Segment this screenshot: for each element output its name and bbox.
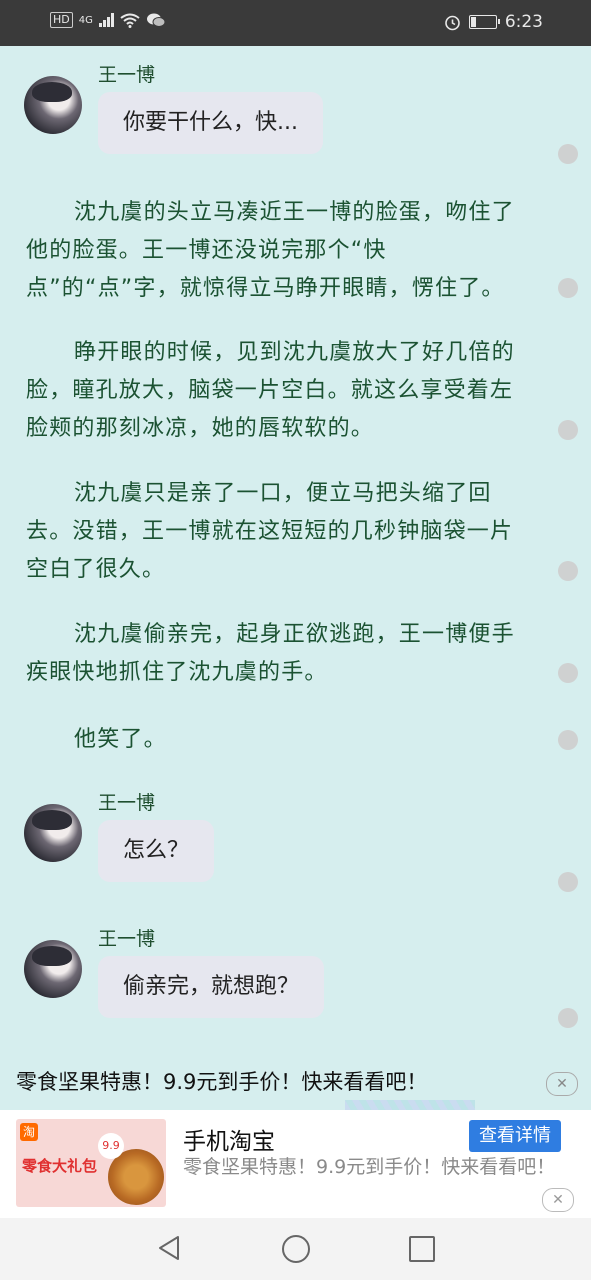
wechat-icon [146, 13, 166, 27]
chat-message: 王一博 你要干什么，快... [24, 60, 354, 160]
chat-message: 王一博 偷亲完，就想跑？ [24, 924, 354, 1024]
wifi-icon [120, 13, 140, 28]
ad-card[interactable]: 淘 零食大礼包 9.9 手机淘宝 零食坚果特惠！9.9元到手价！快来看看吧！ 查… [0, 1110, 591, 1218]
paragraph-comment-dot[interactable] [558, 144, 578, 164]
chat-message: 王一博 怎么？ [24, 788, 354, 888]
recent-apps-icon[interactable] [409, 1236, 435, 1262]
avatar[interactable] [24, 76, 82, 134]
clock-time: 6:23 [504, 12, 543, 32]
network-4g-label: 4G [78, 14, 93, 26]
ad-close-icon[interactable]: ✕ [542, 1188, 574, 1212]
ad-headline[interactable]: 零食坚果特惠！9.9元到手价！快来看看吧！ [16, 1066, 427, 1096]
paragraph-comment-dot[interactable] [558, 420, 578, 440]
taobao-logo-icon: 淘 [20, 1123, 38, 1141]
story-paragraph: 沈九虞的头立马凑近王一博的脸蛋，吻住了他的脸蛋。王一博还没说完那个“快点”的“点… [26, 200, 515, 301]
ad-app-name: 手机淘宝 [183, 1129, 275, 1155]
story-paragraph: 他笑了。 [74, 727, 167, 752]
paragraph-comment-dot[interactable] [558, 561, 578, 581]
signal-icon [98, 13, 114, 27]
ad-image-text: 零食大礼包 [22, 1157, 98, 1175]
navigation-bar [0, 1218, 591, 1280]
alarm-icon [445, 15, 460, 30]
battery-icon [468, 15, 500, 29]
view-details-button[interactable]: 查看详情 [469, 1120, 561, 1152]
sender-name: 王一博 [98, 64, 156, 86]
chat-bubble: 偷亲完，就想跑？ [98, 956, 325, 1018]
story-paragraph: 沈九虞只是亲了一口，便立马把头缩了回去。没错，王一博就在这短短的几秒钟脑袋一片空… [26, 481, 514, 582]
ad-image-price: 9.9 [98, 1133, 124, 1159]
chat-bubble: 你要干什么，快... [98, 92, 323, 154]
sender-name: 王一博 [98, 792, 156, 814]
story-paragraph: 睁开眼的时候，见到沈九虞放大了好几倍的脸，瞳孔放大，脑袋一片空白。就这么享受着左… [26, 340, 515, 441]
paragraph-comment-dot[interactable] [558, 872, 578, 892]
avatar[interactable] [24, 804, 82, 862]
status-bar: HD 4G 6:23 [0, 0, 591, 46]
back-icon[interactable] [157, 1235, 181, 1261]
home-icon[interactable] [282, 1235, 310, 1263]
paragraph-comment-dot[interactable] [558, 663, 578, 683]
ad-headline-close-icon[interactable]: ✕ [546, 1072, 578, 1096]
sender-name: 王一博 [98, 928, 156, 950]
ad-product-image[interactable]: 淘 零食大礼包 9.9 [16, 1119, 166, 1207]
paragraph-comment-dot[interactable] [558, 1008, 578, 1028]
avatar[interactable] [24, 940, 82, 998]
paragraph-comment-dot[interactable] [558, 278, 578, 298]
chat-bubble: 怎么？ [98, 820, 215, 882]
ad-description: 零食坚果特惠！9.9元到手价！快来看看吧！ [183, 1156, 556, 1178]
paragraph-comment-dot[interactable] [558, 730, 578, 750]
story-paragraph: 沈九虞偷亲完，起身正欲逃跑，王一博便手疾眼快地抓住了沈九虞的手。 [26, 622, 515, 685]
hd-badge: HD [50, 12, 73, 28]
